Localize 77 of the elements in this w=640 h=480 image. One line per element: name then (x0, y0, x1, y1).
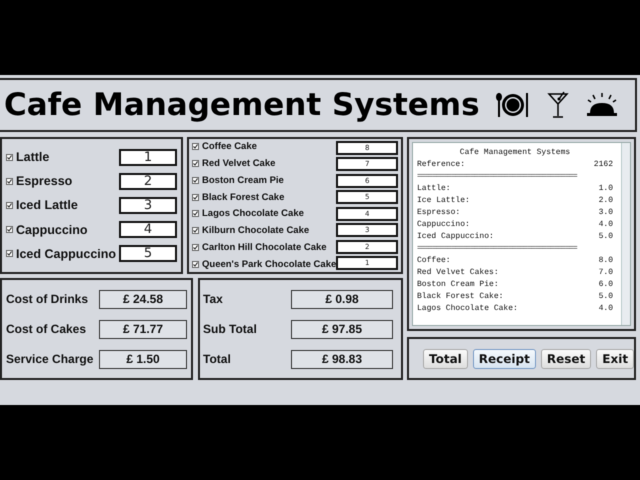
checkbox-label[interactable]: Lagos Chocolate Cake (192, 208, 336, 220)
cost-field: £ 1.50 (99, 350, 187, 368)
receipt-label: Espresso: (417, 208, 460, 216)
total-label: Total (203, 352, 231, 366)
total-label: Tax (203, 292, 223, 306)
action-button[interactable]: Receipt (472, 348, 536, 368)
checkbox[interactable] (192, 260, 199, 268)
receipt-label: Reference: (417, 160, 466, 168)
receipt-label: Red Velvet Cakes: (417, 268, 499, 276)
checkbox-label[interactable]: Iced Cappuccino (6, 246, 116, 261)
cocktail-glass-icon (547, 91, 569, 119)
total-field: £ 97.85 (291, 320, 393, 338)
service-bell-icon (585, 91, 619, 119)
receipt-label: Lattle: (417, 184, 451, 192)
checkbox[interactable] (192, 244, 199, 252)
receipt-title: Cafe Management Systems (460, 148, 570, 156)
receipt-label: Coffee: (417, 256, 451, 264)
checkbox-label[interactable]: Iced Lattle (6, 198, 78, 212)
checkbox-label[interactable]: Espresso (6, 174, 72, 188)
receipt-value: 1.0 (598, 184, 613, 192)
checkbox-label[interactable]: Red Velvet Cake (192, 158, 336, 169)
quantity-field[interactable]: 5 (119, 245, 177, 262)
receipt-label: Cappuccino: (417, 220, 470, 228)
receipt-label: Ice Lattle: (417, 196, 470, 204)
receipt-value: 4.0 (598, 304, 613, 312)
total-label: Sub Total (203, 322, 257, 336)
action-button[interactable]: Reset (540, 348, 592, 368)
cost-field: £ 71.77 (99, 320, 187, 338)
receipt-separator: ========================================== (417, 170, 578, 182)
checkbox[interactable] (192, 160, 199, 167)
checkbox-label[interactable]: Black Forest Cake (192, 192, 336, 203)
receipt-label: Lagos Chocolate Cake: (417, 304, 518, 312)
checkbox[interactable] (6, 178, 13, 185)
checkbox-label[interactable]: Queen's Park Chocolate Cake (192, 258, 336, 270)
checkbox-label[interactable]: Carlton Hill Chocolate Cake (192, 242, 336, 254)
receipt-value: 6.0 (598, 280, 613, 288)
receipt-value: 2162 (594, 160, 613, 168)
receipt-value: 5.0 (598, 232, 613, 240)
receipt-separator: ========================================== (417, 242, 578, 254)
checkbox[interactable] (6, 202, 13, 209)
cost-label: Cost of Cakes (6, 322, 86, 336)
checkbox-label[interactable]: Lattle (6, 150, 50, 164)
receipt-value: 3.0 (598, 208, 613, 216)
receipt-value: 2.0 (598, 196, 613, 204)
receipt-value: 8.0 (598, 256, 613, 264)
checkbox[interactable] (192, 194, 199, 201)
receipt-label: Black Forest Cake: (417, 292, 504, 300)
quantity-field[interactable]: 2 (119, 172, 177, 190)
quantity-field[interactable]: 3 (119, 196, 177, 214)
cost-label: Service Charge (6, 352, 94, 366)
checkbox-label[interactable]: Coffee Cake (192, 141, 336, 152)
receipt-value: 4.0 (598, 220, 613, 228)
checkbox-label[interactable]: Kilburn Chocolate Cake (192, 225, 336, 236)
total-field: £ 98.83 (291, 350, 393, 368)
checkbox[interactable] (192, 176, 199, 184)
receipt-value: 5.0 (598, 292, 613, 300)
scrollbar[interactable] (621, 143, 630, 325)
checkbox[interactable] (192, 143, 199, 150)
checkbox-label[interactable]: Cappuccino (6, 222, 88, 237)
checkbox[interactable] (192, 210, 199, 218)
cost-label: Cost of Drinks (6, 292, 88, 306)
receipt-label: Iced Cappuccino: (417, 232, 494, 240)
checkbox[interactable] (192, 227, 199, 234)
checkbox-label[interactable]: Boston Cream Pie (192, 174, 336, 186)
plate-cutlery-icon (495, 91, 531, 119)
receipt-value: 7.0 (598, 268, 613, 276)
quantity-field[interactable]: 4 (119, 221, 177, 238)
action-button[interactable]: Total (423, 348, 468, 368)
checkbox[interactable] (6, 226, 13, 234)
action-button[interactable]: Exit (596, 348, 634, 368)
quantity-field[interactable]: 1 (119, 148, 177, 166)
total-field: £ 0.98 (291, 290, 393, 308)
app-title: Cafe Management Systems (4, 87, 480, 123)
receipt-label: Boston Cream Pie: (417, 280, 499, 288)
cost-field: £ 24.58 (99, 290, 187, 308)
checkbox[interactable] (6, 154, 13, 161)
checkbox[interactable] (6, 250, 13, 258)
